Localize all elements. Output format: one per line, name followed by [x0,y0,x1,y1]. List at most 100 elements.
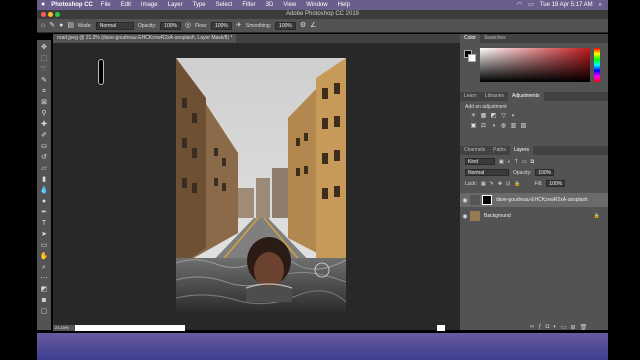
brush-settings-icon[interactable]: ▤ [67,22,74,30]
menu-help[interactable]: Help [338,0,350,10]
angle-icon[interactable]: ∠ [310,22,316,30]
menu-view[interactable]: View [283,0,296,10]
shape-filter-icon[interactable]: ▭ [522,159,527,165]
color-picker-field[interactable] [480,48,590,82]
brush-tool-preset-icon[interactable]: ✎ [49,22,55,30]
dodge-tool-icon[interactable]: ● [39,197,49,206]
document-tab[interactable]: road.jpeg @ 21.3% (dave-goudreau-EHCKzvw… [53,34,237,43]
eyedropper-tool-icon[interactable]: ⚲ [39,109,49,118]
visibility-eye-icon[interactable]: ◉ [460,213,470,220]
hue-slider[interactable] [594,48,600,82]
curves-icon[interactable]: ◩ [490,113,497,120]
close-window-button[interactable] [41,12,46,17]
zoom-tool-icon[interactable]: ⌕ [39,263,49,272]
layer-style-icon[interactable]: ƒ [538,324,541,331]
frame-tool-icon[interactable]: ⊠ [39,98,49,107]
adjustment-filter-icon[interactable]: ◐ [508,159,511,165]
hand-tool-icon[interactable]: ✋ [39,252,49,261]
layer-name[interactable]: dave-goudreau-EHCKzvwR2xA-unsplash [496,197,588,203]
layer-row[interactable]: ◉ Background 🔒 [460,209,608,223]
tab-channels[interactable]: Channels [460,146,489,155]
lock-position-icon[interactable]: ✥ [498,181,502,187]
lock-pixels-icon[interactable]: ▦ [481,181,486,187]
brush-size-icon[interactable]: ● [59,22,63,30]
tab-paths[interactable]: Paths [489,146,510,155]
menu-image[interactable]: Image [141,0,158,10]
crop-tool-icon[interactable]: ⌗ [39,87,49,96]
quick-mask-icon[interactable]: ◙ [39,296,49,305]
fill-field[interactable]: 100% [546,180,566,187]
lasso-tool-icon[interactable]: ➰ [39,65,49,74]
battery-icon[interactable]: ▭ [528,0,534,10]
black-white-icon[interactable]: ◑ [490,123,497,130]
menu-filter[interactable]: Filter [242,0,255,10]
lock-all-icon[interactable]: 🔒 [514,181,520,187]
channel-mixer-icon[interactable]: ▥ [510,123,517,130]
smart-filter-icon[interactable]: ⧉ [531,159,535,165]
screen-mode-icon[interactable]: ▢ [39,307,49,316]
menu-layer[interactable]: Layer [168,0,183,10]
eraser-tool-icon[interactable]: ▱ [39,164,49,173]
link-layers-icon[interactable]: ∞ [530,324,534,331]
layer-row[interactable]: ◉ dave-goudreau-EHCKzvwR2xA-unsplash [460,193,608,207]
tab-adjustments[interactable]: Adjustments [507,92,544,101]
layer-name[interactable]: Background [484,213,511,219]
hue-saturation-icon[interactable]: ▣ [470,123,477,130]
pressure-opacity-icon[interactable]: ◎ [185,22,191,30]
airbrush-icon[interactable]: ✈ [236,22,242,30]
canvas-area[interactable] [53,43,483,330]
menu-3d[interactable]: 3D [266,0,274,10]
clock[interactable]: Tue 19 Apr 5:17 AM [540,0,593,10]
search-icon[interactable]: ⌕ [599,0,602,10]
shape-tool-icon[interactable]: ▭ [39,241,49,250]
clone-stamp-tool-icon[interactable]: ⛀ [39,142,49,151]
menu-select[interactable]: Select [216,0,233,10]
smoothing-settings-icon[interactable]: ⚙ [300,22,306,30]
more-tools-icon[interactable]: ⋯ [39,274,49,283]
tab-layers[interactable]: Layers [509,146,533,155]
color-swatch-icon[interactable]: ◩ [39,285,49,294]
background-color[interactable] [468,54,476,62]
tab-libraries[interactable]: Libraries [481,92,508,101]
gradient-tool-icon[interactable]: ▮ [39,175,49,184]
tab-color[interactable]: Color [460,34,480,43]
lock-artboard-icon[interactable]: ⊡ [506,181,510,187]
tab-learn[interactable]: Learn [460,92,481,101]
move-tool-icon[interactable]: ✥ [39,43,49,52]
fg-bg-swatches[interactable] [464,50,476,62]
menu-edit[interactable]: Edit [121,0,131,10]
mode-select[interactable]: Normal [95,21,134,30]
smoothing-field[interactable]: 100% [275,21,296,30]
vibrance-icon[interactable]: ◐ [510,113,517,120]
menu-file[interactable]: File [101,0,111,10]
pen-tool-icon[interactable]: ✒ [39,208,49,217]
layer-opacity-field[interactable]: 100% [535,169,555,176]
delete-layer-icon[interactable]: 🗑 [580,324,588,331]
history-brush-tool-icon[interactable]: ↺ [39,153,49,162]
pixel-filter-icon[interactable]: ▣ [499,159,504,165]
menu-type[interactable]: Type [193,0,206,10]
new-group-icon[interactable]: ▭ [561,324,567,331]
type-tool-icon[interactable]: T [39,219,49,228]
healing-brush-tool-icon[interactable]: ✚ [39,120,49,129]
flow-field[interactable]: 100% [211,21,232,30]
apple-icon[interactable]: ● [41,0,45,10]
photo-filter-icon[interactable]: ◍ [500,123,507,130]
brightness-contrast-icon[interactable]: ☀ [470,113,477,120]
color-balance-icon[interactable]: ⚖ [480,123,487,130]
document-image[interactable] [176,58,346,312]
opacity-field[interactable]: 100% [160,21,182,30]
exposure-icon[interactable]: ▽ [500,113,507,120]
color-lookup-icon[interactable]: ▧ [520,123,527,130]
type-filter-icon[interactable]: T [515,159,518,165]
path-selection-tool-icon[interactable]: ➤ [39,230,49,239]
add-mask-icon[interactable]: ◘ [546,324,550,331]
brush-tool-icon[interactable]: ✐ [39,131,49,140]
menu-window[interactable]: Window [306,0,327,10]
visibility-eye-icon[interactable]: ◉ [460,197,470,204]
layer-mask-thumbnail[interactable] [482,195,492,205]
lock-paint-icon[interactable]: ✎ [490,181,494,187]
tab-swatches[interactable]: Swatches [480,34,510,43]
levels-icon[interactable]: ▦ [480,113,487,120]
quick-selection-tool-icon[interactable]: ✎ [39,76,49,85]
